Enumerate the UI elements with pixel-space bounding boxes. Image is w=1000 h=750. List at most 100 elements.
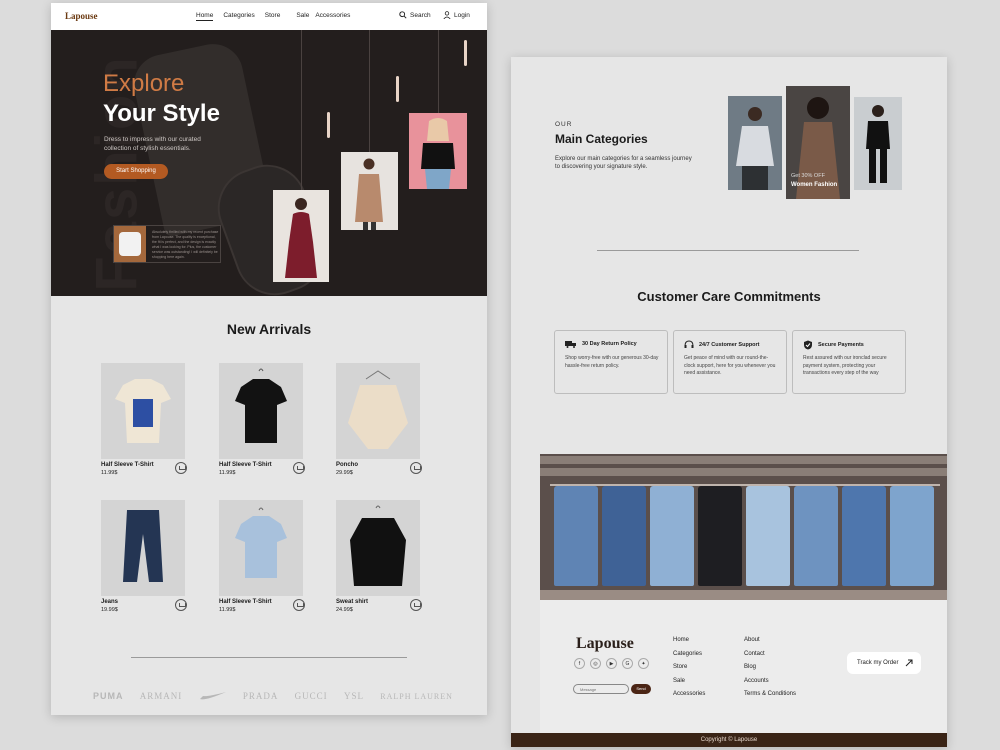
footer-link-home[interactable]: Home bbox=[673, 637, 705, 643]
brand-logo-nike bbox=[199, 692, 226, 700]
arrow-up-right-icon bbox=[905, 659, 913, 667]
customer-care-title: Customer Care Commitments bbox=[637, 289, 821, 304]
jeans-item bbox=[842, 486, 886, 586]
categories-eyebrow: OUR bbox=[555, 121, 573, 128]
add-to-cart-icon[interactable] bbox=[175, 462, 187, 474]
brand-logo-prada: PRADA bbox=[242, 691, 279, 701]
product-price: 19.99$ bbox=[101, 607, 118, 613]
footer-link-accounts[interactable]: Accounts bbox=[744, 678, 796, 684]
homepage-mockup: Lapouse Home Categories Store Sale Acces… bbox=[51, 3, 487, 715]
jeans-item bbox=[554, 486, 598, 586]
section-divider bbox=[131, 657, 407, 658]
hero-photo-trench-coat bbox=[341, 152, 398, 230]
product-image[interactable] bbox=[101, 500, 185, 596]
hero-title-explore: Explore bbox=[103, 70, 185, 97]
product-image[interactable] bbox=[219, 500, 303, 596]
brand-logo-armani: ARMANI bbox=[139, 691, 183, 701]
footer-link-terms[interactable]: Terms & Conditions bbox=[744, 691, 796, 697]
footer-link-contact[interactable]: Contact bbox=[744, 651, 796, 657]
truck-icon bbox=[565, 341, 576, 348]
add-to-cart-icon[interactable] bbox=[293, 599, 305, 611]
nav-link-sale[interactable]: Sale bbox=[296, 12, 309, 21]
send-button[interactable]: Send bbox=[631, 684, 651, 694]
footer-link-store[interactable]: Store bbox=[673, 664, 705, 670]
new-arrivals-title: New Arrivals bbox=[226, 321, 312, 337]
care-card-payments: Secure Payments Rest assured with our ir… bbox=[792, 330, 906, 394]
search-icon bbox=[399, 11, 407, 19]
hero-title-your-style: Your Style bbox=[103, 100, 220, 127]
start-shopping-button[interactable]: Start Shopping bbox=[104, 164, 168, 179]
product-price: 11.99$ bbox=[219, 470, 236, 476]
shelf-decoration bbox=[540, 468, 947, 476]
care-card-returns: 30 Day Return Policy Shop worry-free wit… bbox=[554, 330, 668, 394]
jeans-item bbox=[890, 486, 934, 586]
login-button[interactable]: Login bbox=[443, 11, 470, 19]
footer-link-accessories[interactable]: Accessories bbox=[673, 691, 705, 697]
nav-link-categories[interactable]: Categories bbox=[223, 12, 254, 21]
nav-link-home[interactable]: Home bbox=[196, 12, 214, 21]
facebook-icon[interactable]: f bbox=[574, 658, 585, 669]
footer-logo[interactable]: Lapouse bbox=[576, 635, 634, 653]
product-price: 24.99$ bbox=[336, 607, 353, 613]
product-card[interactable]: Half Sleeve T-Shirt 11.99$ bbox=[219, 500, 305, 613]
product-card[interactable]: Poncho 29.99$ bbox=[336, 363, 422, 476]
jeans-item bbox=[746, 486, 790, 586]
product-price: 11.99$ bbox=[101, 470, 118, 476]
jeans-item bbox=[698, 486, 742, 586]
product-price: 29.99$ bbox=[336, 470, 353, 476]
care-card-text: Shop worry-free with our generous 30-day… bbox=[565, 355, 659, 369]
floor-decoration bbox=[540, 590, 947, 600]
care-card-text: Rest assured with our ironclad secure pa… bbox=[803, 355, 887, 376]
product-image[interactable] bbox=[336, 363, 420, 459]
top-navbar: Lapouse Home Categories Store Sale Acces… bbox=[51, 3, 487, 30]
product-card[interactable]: Half Sleeve T-Shirt 11.99$ bbox=[219, 363, 305, 476]
shield-icon bbox=[804, 340, 812, 350]
product-card[interactable]: Jeans 19.99$ bbox=[101, 500, 187, 613]
care-card-text: Get peace of mind with our round-the-clo… bbox=[684, 355, 776, 376]
instagram-icon[interactable]: ◎ bbox=[590, 658, 601, 669]
add-to-cart-icon[interactable] bbox=[410, 462, 422, 474]
category-offer-text: Get 30% OFF bbox=[791, 173, 825, 179]
google-icon[interactable]: G bbox=[622, 658, 633, 669]
footer-link-sale[interactable]: Sale bbox=[673, 678, 705, 684]
product-card[interactable]: Sweat shirt 24.99$ bbox=[336, 500, 422, 613]
add-to-cart-icon[interactable] bbox=[410, 599, 422, 611]
product-image[interactable] bbox=[336, 500, 420, 596]
section-divider bbox=[597, 250, 859, 251]
add-to-cart-icon[interactable] bbox=[293, 462, 305, 474]
nav-link-store[interactable]: Store bbox=[265, 12, 281, 21]
product-image[interactable] bbox=[219, 363, 303, 459]
footer-link-about[interactable]: About bbox=[744, 637, 796, 643]
twitter-icon[interactable]: ✦ bbox=[638, 658, 649, 669]
hanging-string bbox=[301, 30, 302, 190]
search-label: Search bbox=[410, 11, 431, 19]
message-input[interactable] bbox=[573, 684, 629, 694]
peg-decoration bbox=[327, 112, 330, 138]
site-footer: Lapouse f ◎ ▶ G ✦ Send Home Categories S… bbox=[540, 600, 947, 733]
category-photo-kids[interactable] bbox=[854, 97, 902, 190]
hero-photo-graphic-tee bbox=[409, 113, 467, 189]
brand-logo-puma: PUMA bbox=[93, 691, 124, 701]
category-label-women[interactable]: Women Fashion bbox=[791, 182, 837, 188]
main-categories-title: Main Categories bbox=[555, 132, 648, 146]
brand-logo[interactable]: Lapouse bbox=[65, 11, 98, 21]
testimonial-card: Absolutely thrilled with my recent purch… bbox=[113, 225, 221, 263]
brand-logo-gucci: GUCCI bbox=[294, 691, 328, 701]
user-icon bbox=[443, 11, 451, 19]
youtube-icon[interactable]: ▶ bbox=[606, 658, 617, 669]
product-image[interactable] bbox=[101, 363, 185, 459]
footer-link-blog[interactable]: Blog bbox=[744, 664, 796, 670]
add-to-cart-icon[interactable] bbox=[175, 599, 187, 611]
track-order-button[interactable]: Track my Order bbox=[847, 652, 921, 674]
peg-decoration bbox=[396, 76, 399, 102]
search-button[interactable]: Search bbox=[399, 11, 431, 19]
category-photo-men[interactable] bbox=[728, 96, 782, 190]
brand-logos-row: PUMA ARMANI PRADA GUCCI YSL RALPH LAUREN bbox=[93, 691, 453, 701]
footer-link-categories[interactable]: Categories bbox=[673, 651, 705, 657]
brand-logo-ysl: YSL bbox=[343, 691, 364, 701]
nav-link-accessories[interactable]: Accessories bbox=[315, 12, 350, 21]
jeans-item bbox=[602, 486, 646, 586]
product-card[interactable]: Half Sleeve T-Shirt 11.99$ bbox=[101, 363, 187, 476]
footer-links-column-2: About Contact Blog Accounts Terms & Cond… bbox=[744, 637, 796, 705]
care-card-title: 24/7 Customer Support bbox=[699, 342, 760, 348]
